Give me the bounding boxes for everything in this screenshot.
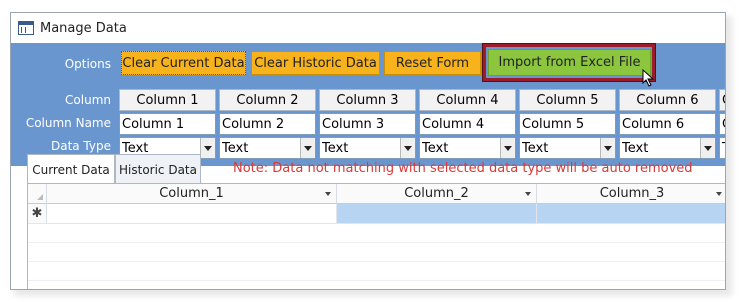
grid-column-header[interactable]: Column_1 — [47, 184, 337, 204]
column-name-input[interactable]: Column 6 — [619, 113, 716, 135]
column-name-input[interactable]: Column 5 — [519, 113, 616, 135]
column-name-input[interactable]: Column 4 — [419, 113, 516, 135]
column-name-input[interactable]: Column 1 — [119, 113, 216, 135]
data-type-value: Text — [422, 140, 449, 156]
data-type-value: Text — [522, 140, 549, 156]
data-type-select[interactable]: Text — [519, 137, 616, 159]
dropdown-arrow-icon[interactable] — [600, 138, 615, 158]
reset-form-button[interactable]: Reset Form — [384, 51, 481, 75]
new-record-marker[interactable]: ✱ — [28, 204, 47, 224]
data-type-value: T — [722, 141, 725, 156]
grid-column-header-label: Column_1 — [159, 186, 224, 201]
column-header: Column 4 — [419, 89, 516, 111]
data-type-select[interactable]: Text — [219, 137, 316, 159]
dropdown-arrow-icon[interactable] — [200, 138, 215, 158]
dropdown-arrow-icon[interactable] — [300, 138, 315, 158]
screenshot-frame: Manage Data Options Clear Current Data C… — [0, 0, 742, 302]
tab-historic-data[interactable]: Historic Data — [115, 154, 201, 184]
grid-cell[interactable] — [337, 204, 537, 224]
column-header: Column 1 — [119, 89, 216, 111]
data-type-label: Data Type — [50, 139, 111, 153]
dropdown-arrow-icon[interactable] — [400, 138, 415, 158]
dropdown-arrow-icon[interactable] — [500, 138, 515, 158]
grid-column-header-label: Column_3 — [599, 186, 665, 201]
grid-column-header-label: Column_2 — [404, 186, 469, 201]
validation-note: Note: Data not matching with selected da… — [233, 161, 693, 176]
column-header: Column 2 — [219, 89, 316, 111]
grid-column-header[interactable]: Column_2 — [337, 184, 537, 204]
grid-column-header[interactable]: Column_3 — [537, 184, 725, 204]
options-label: Options — [64, 57, 111, 71]
manage-data-window: Manage Data Options Clear Current Data C… — [10, 12, 726, 290]
column-header: Column 3 — [319, 89, 416, 111]
column-name-input[interactable]: Column 3 — [319, 113, 416, 135]
data-type-select[interactable]: Text — [319, 137, 416, 159]
column-header: C — [719, 89, 725, 111]
data-type-value: Text — [622, 140, 649, 156]
tab-current-data[interactable]: Current Data — [27, 154, 115, 185]
grid-row-divider — [28, 242, 725, 243]
data-type-select[interactable]: T — [719, 137, 725, 159]
dropdown-arrow-icon[interactable] — [700, 138, 715, 158]
data-type-select[interactable]: Text — [419, 137, 516, 159]
grid-row-divider — [28, 261, 725, 262]
form-icon — [18, 21, 34, 35]
column-menu-icon[interactable] — [325, 192, 331, 196]
column-name-label: Column Name — [25, 116, 111, 130]
column-header: Column 5 — [519, 89, 616, 111]
data-type-select[interactable]: Text — [619, 137, 716, 159]
form-header: Options Clear Current Data Clear Histori… — [11, 43, 725, 166]
datasheet-grid: Column_1 Column_2 Column_3 ✱ — [27, 183, 725, 289]
clear-current-data-button[interactable]: Clear Current Data — [121, 51, 246, 75]
grid-cell[interactable] — [47, 204, 337, 224]
column-header: Column 6 — [619, 89, 716, 111]
column-menu-icon[interactable] — [716, 192, 722, 196]
data-type-value: Text — [222, 140, 249, 156]
grid-row-divider — [28, 280, 725, 281]
window-title: Manage Data — [40, 20, 127, 36]
grid-cell[interactable] — [537, 204, 725, 224]
title-bar: Manage Data — [11, 13, 725, 43]
mouse-cursor-icon — [642, 69, 655, 87]
column-name-input[interactable]: Column 2 — [219, 113, 316, 135]
clear-historic-data-button[interactable]: Clear Historic Data — [251, 51, 380, 75]
import-from-excel-file-button[interactable]: Import from Excel File — [488, 49, 651, 76]
column-menu-icon[interactable] — [525, 192, 531, 196]
column-row-label: Column — [65, 93, 111, 107]
column-name-input[interactable]: C — [719, 113, 725, 135]
data-type-value: Text — [322, 140, 349, 156]
select-all-corner[interactable] — [28, 184, 47, 204]
